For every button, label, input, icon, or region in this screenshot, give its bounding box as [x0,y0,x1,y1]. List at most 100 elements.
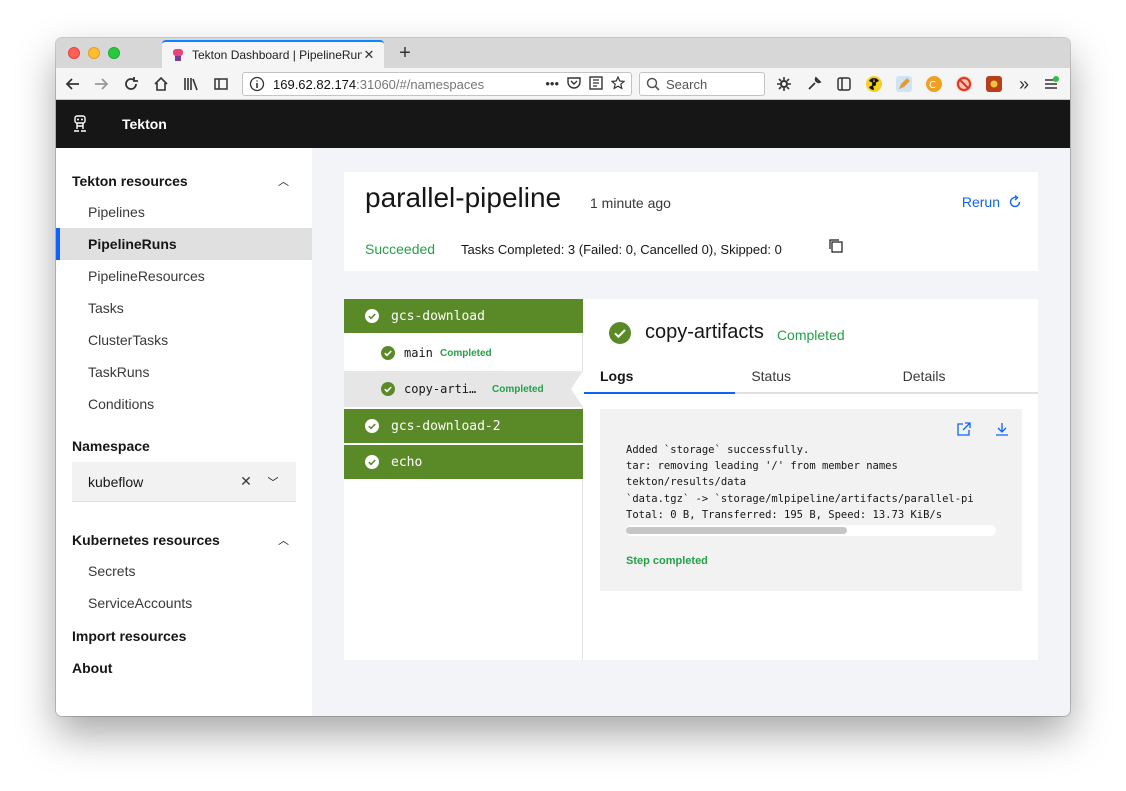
log-output: Added `storage` successfully. tar: remov… [626,444,974,521]
sidebar-item-pipelineresources[interactable]: PipelineResources [56,260,312,292]
tab-close-icon[interactable]: ✕ [362,47,376,63]
minimize-window-button[interactable] [88,47,100,59]
chevron-up-icon[interactable]: ︿ [278,173,289,189]
info-icon[interactable] [249,76,265,92]
reader-view-icon[interactable] [589,75,603,93]
sun-extension-icon[interactable] [986,76,1002,92]
refresh-icon [1008,195,1022,209]
browser-toolbar: 169.62.82.174 :31060/#/namespaces ••• Se… [56,68,1070,100]
search-icon [646,77,660,91]
status-badge: Succeeded [365,241,436,257]
step-copy-artifacts[interactable]: copy-artifacts Completed [344,371,583,407]
task-gcs-download[interactable]: gcs-download [344,299,583,334]
step-details: copy-artifacts Completed Logs Status Det… [584,299,1038,660]
kubernetes-resources-heading[interactable]: Kubernetes resources [72,532,220,548]
library-icon[interactable] [180,73,202,95]
step-completed-label: Step completed [626,555,708,567]
log-scrollbar[interactable] [626,525,996,536]
selected-pointer [571,371,583,407]
sidebar-item-clustertasks[interactable]: ClusterTasks [56,324,312,356]
svg-text:C: C [929,80,936,91]
task-name: gcs-download [391,308,485,324]
task-echo[interactable]: echo [344,445,583,480]
task-tree: gcs-download main Completed copy-artifac… [344,299,583,660]
pocket-icon[interactable] [567,76,581,93]
namespace-dropdown[interactable]: kubeflow ✕ ﹀ [72,462,296,502]
back-icon[interactable] [62,73,84,95]
new-tab-button[interactable]: + [394,42,416,64]
app-header: Tekton [56,100,1070,148]
task-name: echo [391,454,423,470]
download-icon[interactable] [994,421,1010,442]
overflow-menu-icon[interactable]: » [1016,73,1032,95]
sidebar-item-secrets[interactable]: Secrets [56,555,312,587]
clear-icon[interactable]: ✕ [238,473,254,490]
settings-gear-icon[interactable] [776,76,792,92]
namespace-value: kubeflow [88,473,144,490]
sidebar: Tekton resources ︿ Pipelines PipelineRun… [56,148,312,716]
sidebar-item-taskruns[interactable]: TaskRuns [56,356,312,388]
task-gcs-download-2[interactable]: gcs-download-2 [344,409,583,444]
wrench-icon[interactable] [806,76,822,92]
sidebar-item-serviceaccounts[interactable]: ServiceAccounts [56,587,312,619]
hamburger-menu-icon[interactable] [1042,73,1060,95]
log-viewer: Added `storage` successfully. tar: remov… [600,409,1022,591]
check-circle-icon [381,346,395,360]
detail-tabs: Logs Status Details [584,360,1038,394]
check-circle-icon [365,455,379,469]
rerun-button[interactable]: Rerun [962,194,1022,210]
check-circle-icon [381,382,395,396]
app-name[interactable]: Tekton [122,116,167,132]
search-input[interactable]: Search [639,72,765,96]
url-bar[interactable]: 169.62.82.174 :31060/#/namespaces ••• [242,72,632,96]
import-resources-link[interactable]: Import resources [72,628,186,644]
tekton-favicon-icon [170,47,186,63]
tekton-logo-icon[interactable] [70,114,90,134]
zoom-window-button[interactable] [108,47,120,59]
copy-icon[interactable] [828,238,844,254]
browser-tab[interactable]: Tekton Dashboard | PipelineRun ✕ [162,40,384,68]
reload-icon[interactable] [120,73,142,95]
namespace-heading: Namespace [72,438,150,454]
tab-details[interactable]: Details [887,360,1038,394]
check-circle-icon [609,321,631,344]
tasks-summary: Tasks Completed: 3 (Failed: 0, Cancelled… [461,242,782,257]
page-title: parallel-pipeline [365,182,562,213]
edit-extension-icon[interactable] [896,76,912,92]
page-actions-icon[interactable]: ••• [545,76,559,93]
check-circle-icon [365,419,379,433]
radiation-extension-icon[interactable] [866,76,882,92]
chevron-up-icon[interactable]: ︿ [278,532,289,548]
step-status: Completed [440,347,492,359]
sidebar-item-pipelineruns[interactable]: PipelineRuns [56,228,312,260]
block-extension-icon[interactable] [956,76,972,92]
forward-icon[interactable] [90,73,112,95]
sidebar-panel-icon[interactable] [836,76,852,92]
sidebar-item-tasks[interactable]: Tasks [56,292,312,324]
cookie-extension-icon[interactable]: C [926,76,942,92]
rerun-label: Rerun [961,194,1000,210]
sidebar-item-pipelines[interactable]: Pipelines [56,196,312,228]
step-main[interactable]: main Completed [344,335,583,371]
step-details-header: copy-artifacts Completed [609,321,845,344]
url-host: 169.62.82.174 [273,76,357,92]
sidebar-toggle-icon[interactable] [210,73,232,95]
open-external-icon[interactable] [956,421,972,442]
browser-window: Tekton Dashboard | PipelineRun ✕ + 169.6… [56,38,1070,716]
tab-status[interactable]: Status [735,360,886,394]
url-path: :31060/#/namespaces [356,76,485,92]
task-name: gcs-download-2 [391,418,501,434]
pipelinerun-header: parallel-pipeline 1 minute ago Rerun Suc… [344,172,1038,271]
step-status: Completed [492,383,544,395]
home-icon[interactable] [150,73,172,95]
task-panel: gcs-download main Completed copy-artifac… [344,299,1038,660]
tab-logs[interactable]: Logs [584,360,736,394]
about-link[interactable]: About [72,660,112,676]
close-window-button[interactable] [68,47,80,59]
tab-title: Tekton Dashboard | PipelineRun [192,48,362,62]
tekton-resources-heading[interactable]: Tekton resources [72,173,188,189]
bookmark-star-icon[interactable] [610,75,626,93]
chevron-down-icon[interactable]: ﹀ [266,474,280,490]
scrollbar-thumb[interactable] [626,527,847,534]
sidebar-item-conditions[interactable]: Conditions [56,388,312,420]
